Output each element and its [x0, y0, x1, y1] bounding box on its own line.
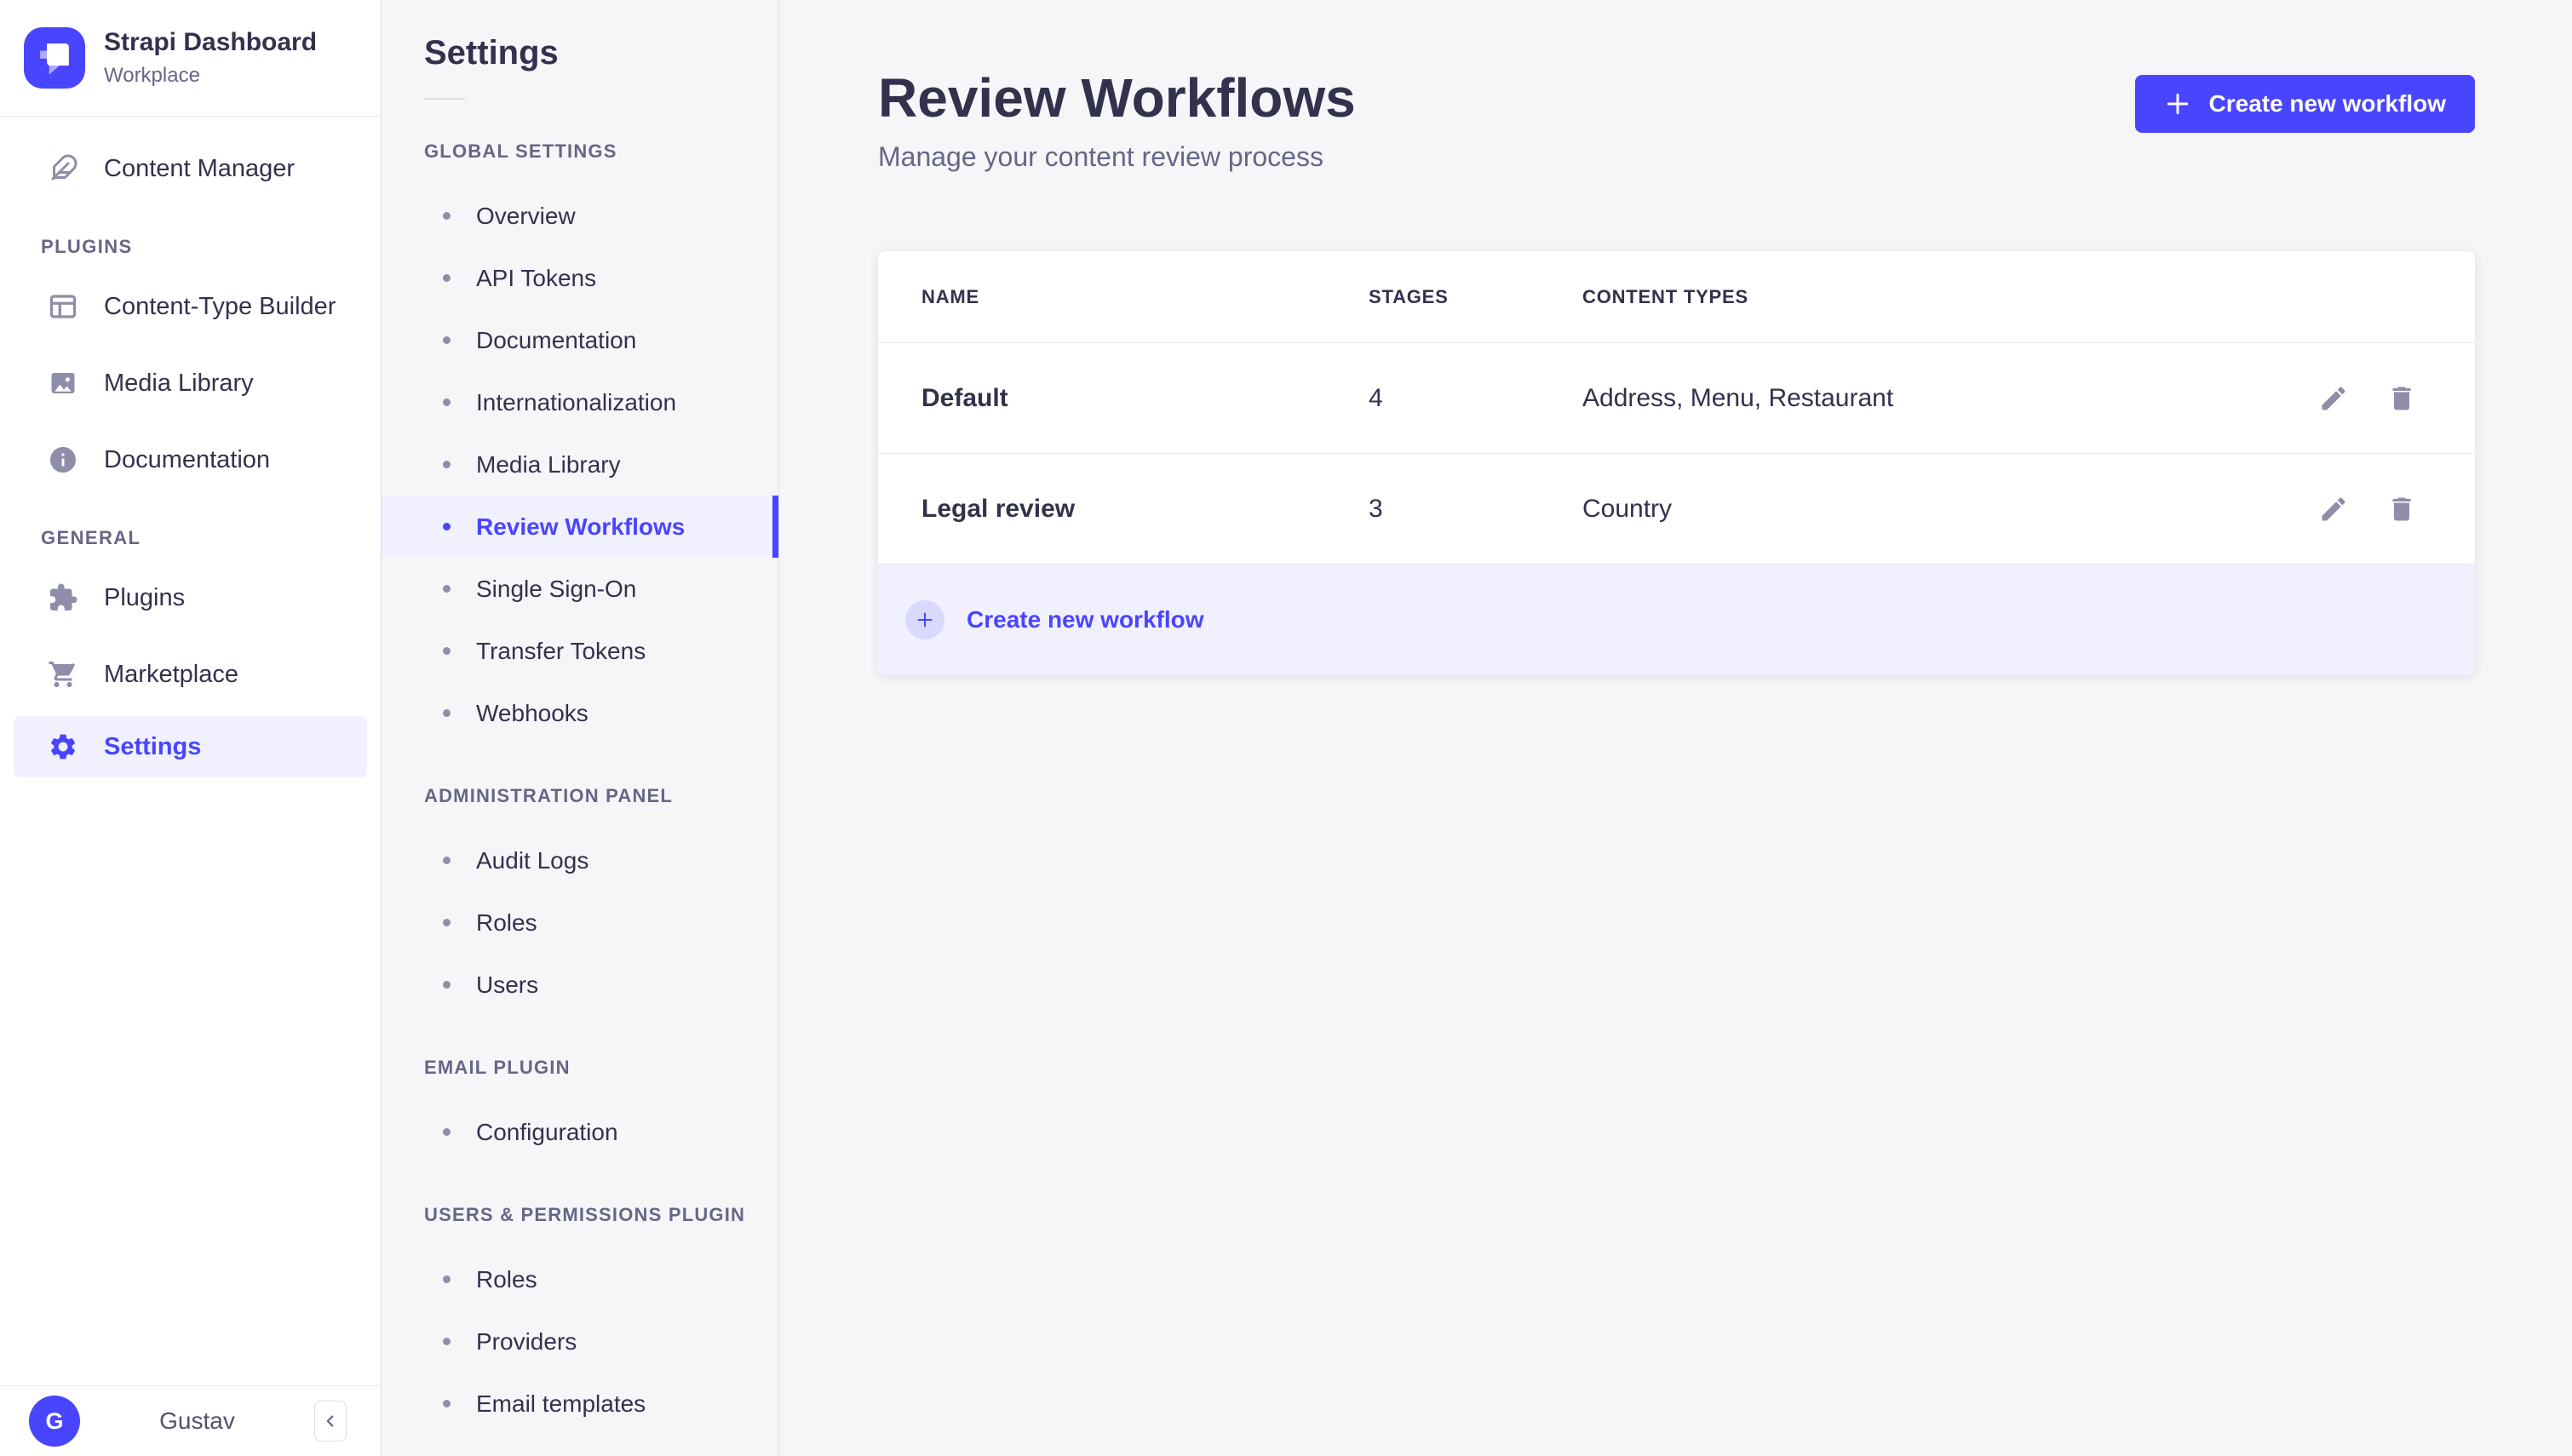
sidebar-item-label: Content Manager [104, 154, 296, 182]
subnav-item-up-roles[interactable]: Roles [382, 1248, 778, 1310]
plus-icon [2164, 90, 2191, 118]
username: Gustav [159, 1407, 235, 1434]
main-content: Review Workflows Manage your content rev… [779, 0, 2572, 1456]
strapi-logo-icon [24, 27, 85, 89]
subnav-item-webhooks[interactable]: Webhooks [382, 682, 778, 744]
subnav-item-providers[interactable]: Providers [382, 1310, 778, 1373]
workflow-content-types: Address, Menu, Restaurant [1582, 383, 1894, 412]
subnav-item-configuration[interactable]: Configuration [382, 1101, 778, 1163]
gear-icon [48, 731, 78, 762]
subnav-item-api-tokens[interactable]: API Tokens [382, 247, 778, 309]
collapse-sidebar-button[interactable] [314, 1401, 347, 1442]
subnav-item-advanced-settings[interactable]: Advanced settings [382, 1435, 778, 1456]
avatar[interactable]: G [29, 1396, 80, 1447]
subnav-section-global-settings: GLOBAL SETTINGS [424, 140, 617, 162]
feather-pen-icon [48, 153, 78, 184]
workflow-content-types: Country [1582, 494, 1673, 523]
subnav-section-email-plugin: EMAIL PLUGIN [424, 1057, 571, 1078]
workflows-table: NAME STAGES CONTENT TYPES Default 4 Addr… [878, 251, 2475, 676]
table-footer-create-label: Create new workflow [967, 606, 1204, 633]
sidebar-item-content-type-builder[interactable]: Content-Type Builder [0, 268, 381, 345]
subnav-group: Audit Logs Roles Users [382, 829, 778, 1016]
workspace-name: Workplace [104, 64, 200, 87]
edit-button[interactable] [2318, 383, 2349, 414]
subnav-group: Roles Providers Email templates Advanced… [382, 1248, 778, 1456]
subnav-item-documentation[interactable]: Documentation [382, 309, 778, 371]
image-icon [48, 368, 78, 398]
subnav-item-users[interactable]: Users [382, 954, 778, 1016]
layout-icon [48, 291, 78, 322]
workflow-name: Default [921, 383, 1008, 412]
workspace-text: Strapi Dashboard Workplace [104, 28, 317, 88]
info-icon [48, 444, 78, 475]
sidebar-item-documentation[interactable]: Documentation [0, 421, 381, 498]
page-header: Review Workflows Manage your content rev… [878, 0, 2475, 173]
table-header-name: NAME [921, 285, 979, 307]
app-title: Strapi Dashboard [104, 28, 318, 56]
chevron-left-icon [321, 1412, 340, 1430]
page-subtitle: Manage your content review process [878, 141, 1323, 173]
subnav-item-internationalization[interactable]: Internationalization [382, 371, 778, 433]
subnav-item-overview[interactable]: Overview [382, 185, 778, 247]
sidebar-item-label: Media Library [104, 369, 254, 397]
delete-button[interactable] [2386, 494, 2417, 525]
subnav-item-media-library[interactable]: Media Library [382, 433, 778, 496]
subnav-title: Settings [424, 34, 559, 72]
sidebar-section-plugins: PLUGINS [41, 236, 133, 257]
pencil-icon [2318, 383, 2349, 414]
workflow-stages: 3 [1369, 494, 1383, 523]
sidebar-item-plugins[interactable]: Plugins [0, 559, 381, 636]
workspace-header[interactable]: Strapi Dashboard Workplace [0, 0, 381, 117]
trash-icon [2386, 494, 2417, 525]
pencil-icon [2318, 494, 2349, 525]
sidebar-footer: G Gustav [0, 1385, 381, 1456]
sidebar-item-settings[interactable]: Settings [14, 716, 367, 777]
subnav-item-audit-logs[interactable]: Audit Logs [382, 829, 778, 891]
table-row[interactable]: Default 4 Address, Menu, Restaurant [878, 343, 2475, 455]
subnav-divider [424, 98, 465, 100]
create-workflow-button-label: Create new workflow [2208, 90, 2446, 117]
sidebar-item-content-manager[interactable]: Content Manager [0, 130, 381, 207]
sidebar: Strapi Dashboard Workplace Content Manag… [0, 0, 382, 1456]
table-header-content-types: CONTENT TYPES [1582, 285, 1748, 307]
subnav-group: Overview API Tokens Documentation Intern… [382, 185, 778, 744]
subnav-item-admin-roles[interactable]: Roles [382, 891, 778, 954]
sidebar-section-general: GENERAL [41, 527, 141, 548]
row-actions [2318, 383, 2417, 414]
plus-circle-icon [905, 600, 944, 640]
page-title: Review Workflows [878, 67, 1356, 129]
sidebar-item-label: Content-Type Builder [104, 292, 336, 320]
page-header-text: Review Workflows Manage your content rev… [878, 68, 1356, 173]
sidebar-item-label: Plugins [104, 583, 186, 611]
delete-button[interactable] [2386, 383, 2417, 414]
subnav-item-email-templates[interactable]: Email templates [382, 1373, 778, 1435]
edit-button[interactable] [2318, 494, 2349, 525]
row-actions [2318, 494, 2417, 525]
table-footer-create-workflow[interactable]: Create new workflow [878, 565, 2475, 676]
sidebar-item-media-library[interactable]: Media Library [0, 345, 381, 421]
subnav-section-administration-panel: ADMINISTRATION PANEL [424, 785, 674, 806]
workflow-name: Legal review [921, 494, 1076, 523]
subnav-item-single-sign-on[interactable]: Single Sign-On [382, 558, 778, 620]
table-header-stages: STAGES [1369, 285, 1449, 307]
subnav-item-review-workflows[interactable]: Review Workflows [382, 496, 778, 558]
create-workflow-button[interactable]: Create new workflow [2135, 75, 2475, 133]
workflow-stages: 4 [1369, 383, 1383, 412]
table-header-row: NAME STAGES CONTENT TYPES [878, 251, 2475, 344]
subnav-item-transfer-tokens[interactable]: Transfer Tokens [382, 620, 778, 682]
puzzle-icon [48, 582, 78, 613]
app-root: Strapi Dashboard Workplace Content Manag… [0, 0, 2572, 1456]
sidebar-item-label: Settings [104, 732, 202, 760]
sidebar-item-label: Documentation [104, 445, 271, 473]
sidebar-item-label: Marketplace [104, 660, 238, 688]
table-row[interactable]: Legal review 3 Country [878, 454, 2475, 565]
trash-icon [2386, 383, 2417, 414]
subnav-group: Configuration [382, 1101, 778, 1163]
cart-icon [48, 659, 78, 690]
settings-subnav: Settings GLOBAL SETTINGS Overview API To… [382, 0, 779, 1456]
subnav-section-users-permissions-plugin: USERS & PERMISSIONS PLUGIN [424, 1204, 746, 1225]
sidebar-item-marketplace[interactable]: Marketplace [0, 636, 381, 713]
sidebar-nav: Content Manager PLUGINS Content-Type Bui… [0, 117, 381, 781]
